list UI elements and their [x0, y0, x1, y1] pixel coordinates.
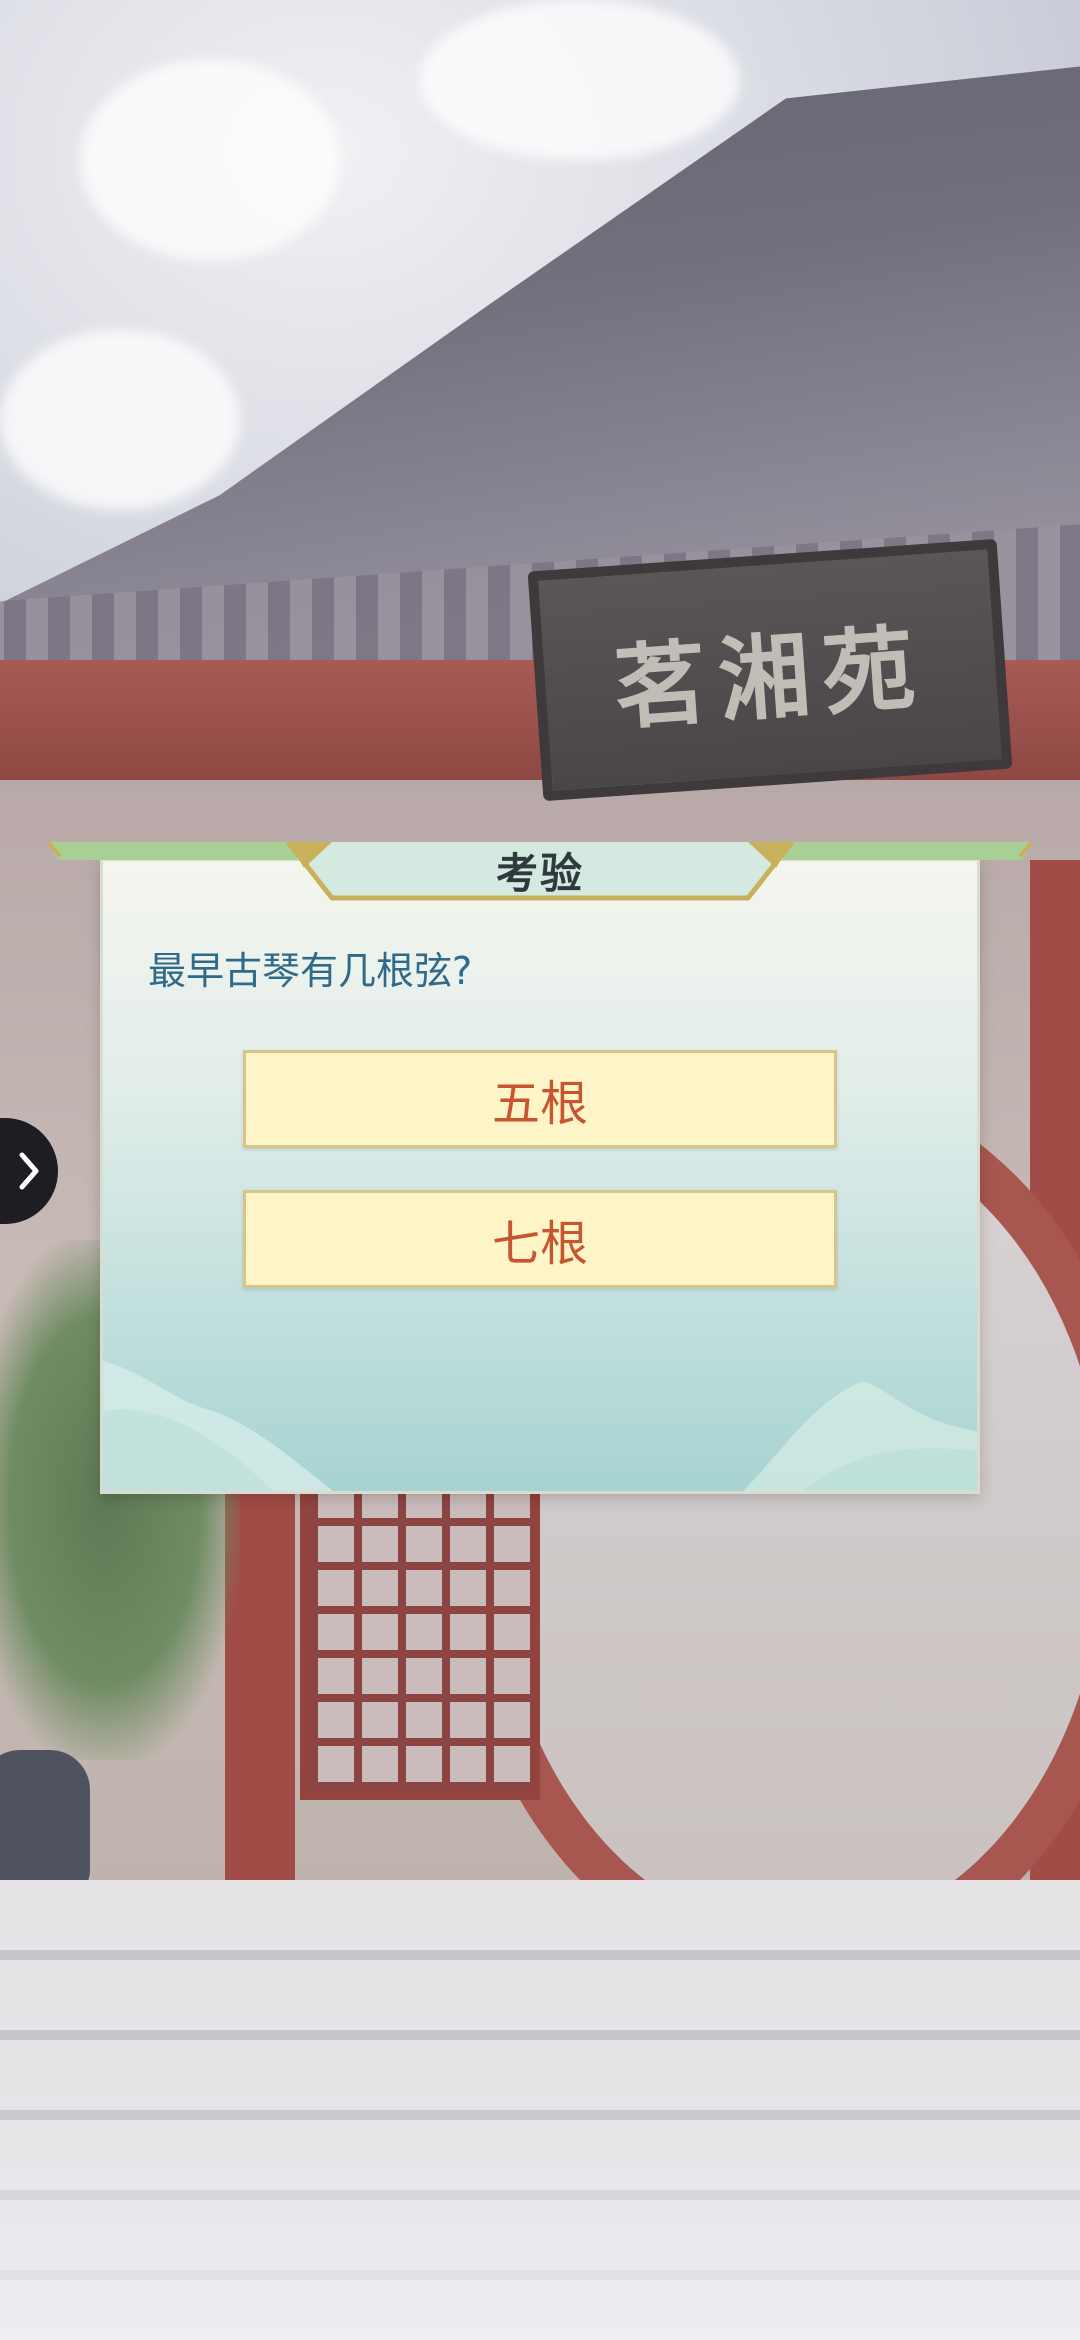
mountain-decoration: [103, 1361, 977, 1491]
plaque-text: 茗湘苑: [611, 612, 930, 743]
blossom-cloud: [80, 60, 340, 260]
ground-glow: [0, 2080, 1080, 2340]
quiz-question: 最早古琴有几根弦?: [148, 949, 473, 993]
dialog-title: 考验: [495, 848, 584, 898]
blossom-cloud: [420, 0, 740, 160]
stone-pot: [0, 1750, 90, 1900]
lattice-window: [300, 1480, 540, 1800]
chevron-right-icon: [19, 1152, 39, 1190]
blossom-cloud: [0, 330, 240, 510]
answer-option-2[interactable]: 七根: [243, 1190, 837, 1288]
name-plaque: 茗湘苑: [527, 538, 1013, 802]
answer-option-1[interactable]: 五根: [243, 1050, 837, 1148]
dialog-title-bar: 考验: [48, 838, 1032, 902]
